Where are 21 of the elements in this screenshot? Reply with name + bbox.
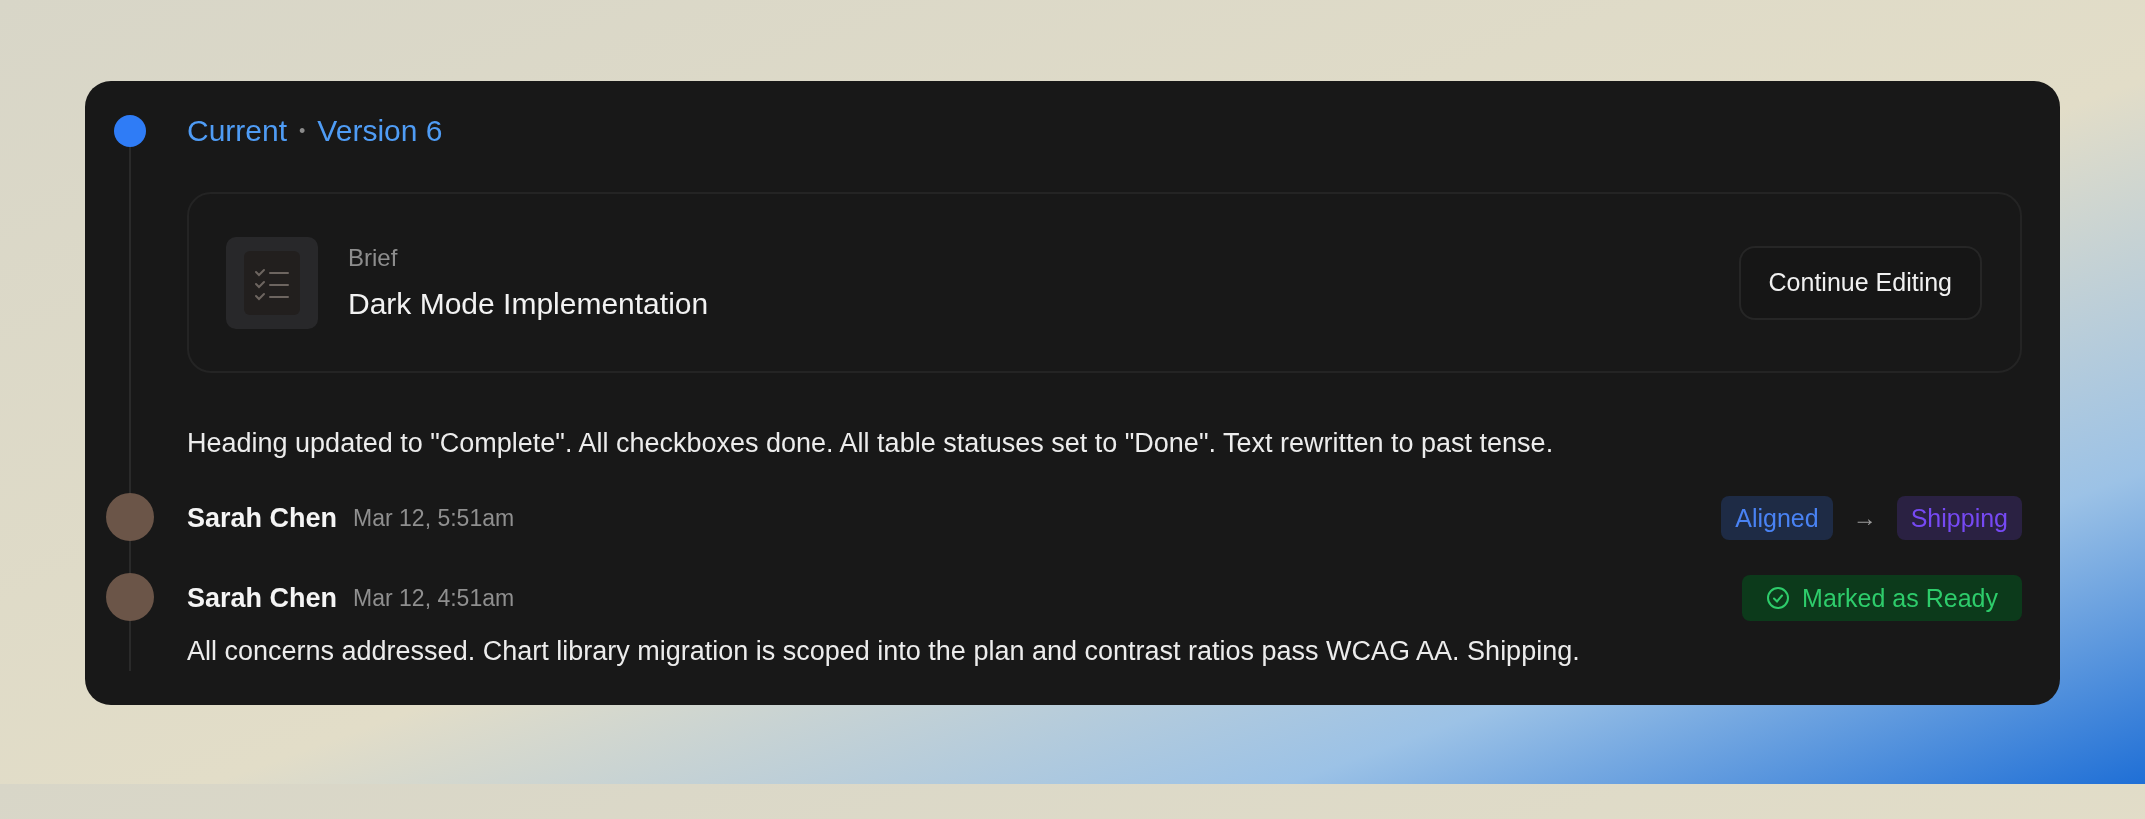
arrow-icon: → <box>1852 504 1877 532</box>
continue-editing-button[interactable]: Continue Editing <box>1738 245 1982 320</box>
checklist-icon <box>226 236 318 329</box>
separator-dot: • <box>299 120 306 143</box>
status-badge: Shipping <box>1896 496 2022 540</box>
status-badge: Aligned <box>1721 496 1833 540</box>
current-dot <box>114 115 146 147</box>
comment-text: All concerns addressed. Chart library migration is scoped into the plan and contrast ratios pass WCAG AA. Shipping. <box>187 635 1581 668</box>
brief-title: Dark Mode Implementation <box>348 285 710 322</box>
brief-type-label: Brief <box>348 242 399 273</box>
change-description: Heading updated to "Complete". All checkboxes done. All table statuses set to "Done". Text rewritten to past tense. <box>187 427 1555 460</box>
author-name: Sarah Chen <box>187 582 338 614</box>
author-name: Sarah Chen <box>187 502 338 534</box>
check-circle-icon <box>1766 586 1791 610</box>
version-label: Version 6 <box>317 113 443 149</box>
ready-badge: Marked as Ready <box>1742 575 2022 621</box>
avatar <box>106 493 154 541</box>
timestamp: Mar 12, 4:51am <box>353 584 515 612</box>
current-label: Current <box>187 113 288 149</box>
avatar <box>106 573 154 621</box>
timestamp: Mar 12, 5:51am <box>353 504 515 532</box>
